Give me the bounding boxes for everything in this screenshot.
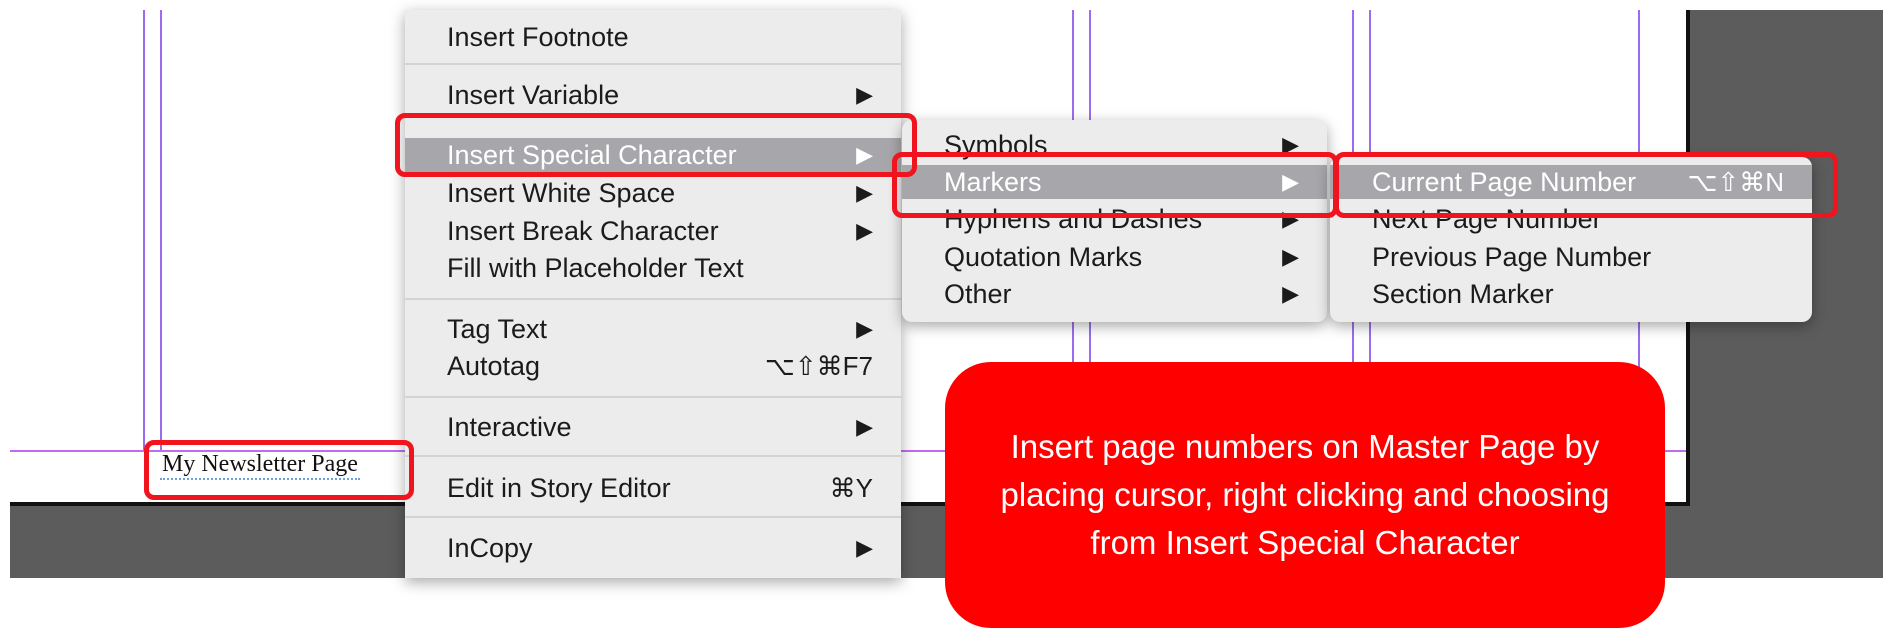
triangle-right-icon: ▶ [856,82,873,107]
context-menu: Insert Footnote Insert Variable ▶ Insert… [405,10,901,578]
menu-item-edit-in-story-editor[interactable]: Edit in Story Editor ⌘Y [405,471,901,505]
menu-item-insert-footnote[interactable]: Insert Footnote [405,20,901,54]
submenu-item-quotation-marks[interactable]: Quotation Marks ▶ [902,240,1327,274]
menu-item-label: Tag Text [447,314,548,344]
menu-separator [405,63,901,65]
annotation-box-newsletter-text [144,440,414,500]
menu-item-label: Insert Variable [447,80,620,110]
menu-item-tag-text[interactable]: Tag Text ▶ [405,312,901,346]
menu-item-label: Autotag [447,351,541,381]
triangle-right-icon: ▶ [856,218,873,243]
instruction-callout: Insert page numbers on Master Page by pl… [945,362,1665,628]
menu-item-label: InCopy [447,533,533,563]
menu-item-insert-break-character[interactable]: Insert Break Character ▶ [405,214,901,248]
menu-item-label: Previous Page Number [1372,242,1652,272]
menu-item-label: Quotation Marks [944,242,1143,272]
menu-item-label: Interactive [447,412,572,442]
menu-separator [405,396,901,398]
triangle-right-icon: ▶ [856,316,873,341]
menu-item-label: Fill with Placeholder Text [447,253,744,283]
triangle-right-icon: ▶ [856,414,873,439]
menu-item-label: Insert Footnote [447,22,629,52]
submenu-item-section-marker[interactable]: Section Marker [1330,277,1812,311]
menu-item-insert-variable[interactable]: Insert Variable ▶ [405,78,901,112]
menu-separator [405,455,901,457]
annotation-box-special-character [395,113,917,177]
callout-text: Insert page numbers on Master Page by pl… [1000,428,1610,561]
menu-item-label: Section Marker [1372,279,1554,309]
triangle-right-icon: ▶ [856,535,873,560]
menu-separator [405,298,901,300]
menu-shortcut: ⌥⇧⌘F7 [764,351,873,381]
menu-shortcut: ⌘Y [829,473,873,503]
menu-item-autotag[interactable]: Autotag ⌥⇧⌘F7 [405,349,901,383]
annotation-box-markers [892,152,1338,218]
menu-item-insert-white-space[interactable]: Insert White Space ▶ [405,176,901,210]
menu-item-label: Edit in Story Editor [447,473,671,503]
annotation-box-current-page-number [1334,152,1838,218]
submenu-item-other[interactable]: Other ▶ [902,277,1327,311]
triangle-right-icon: ▶ [856,180,873,205]
menu-item-label: Other [944,279,1012,309]
special-character-submenu: Symbols ▶ Markers ▶ Hyphens and Dashes ▶… [902,120,1327,322]
margin-guide [143,10,145,450]
menu-item-interactive[interactable]: Interactive ▶ [405,410,901,444]
triangle-right-icon: ▶ [1282,281,1299,306]
menu-separator [405,516,901,518]
menu-item-fill-placeholder[interactable]: Fill with Placeholder Text [405,251,901,285]
menu-item-label: Insert Break Character [447,216,719,246]
menu-item-label: Insert White Space [447,178,676,208]
submenu-item-previous-page-number[interactable]: Previous Page Number [1330,240,1812,274]
menu-item-incopy[interactable]: InCopy ▶ [405,531,901,565]
triangle-right-icon: ▶ [1282,244,1299,269]
margin-guide [160,10,162,450]
